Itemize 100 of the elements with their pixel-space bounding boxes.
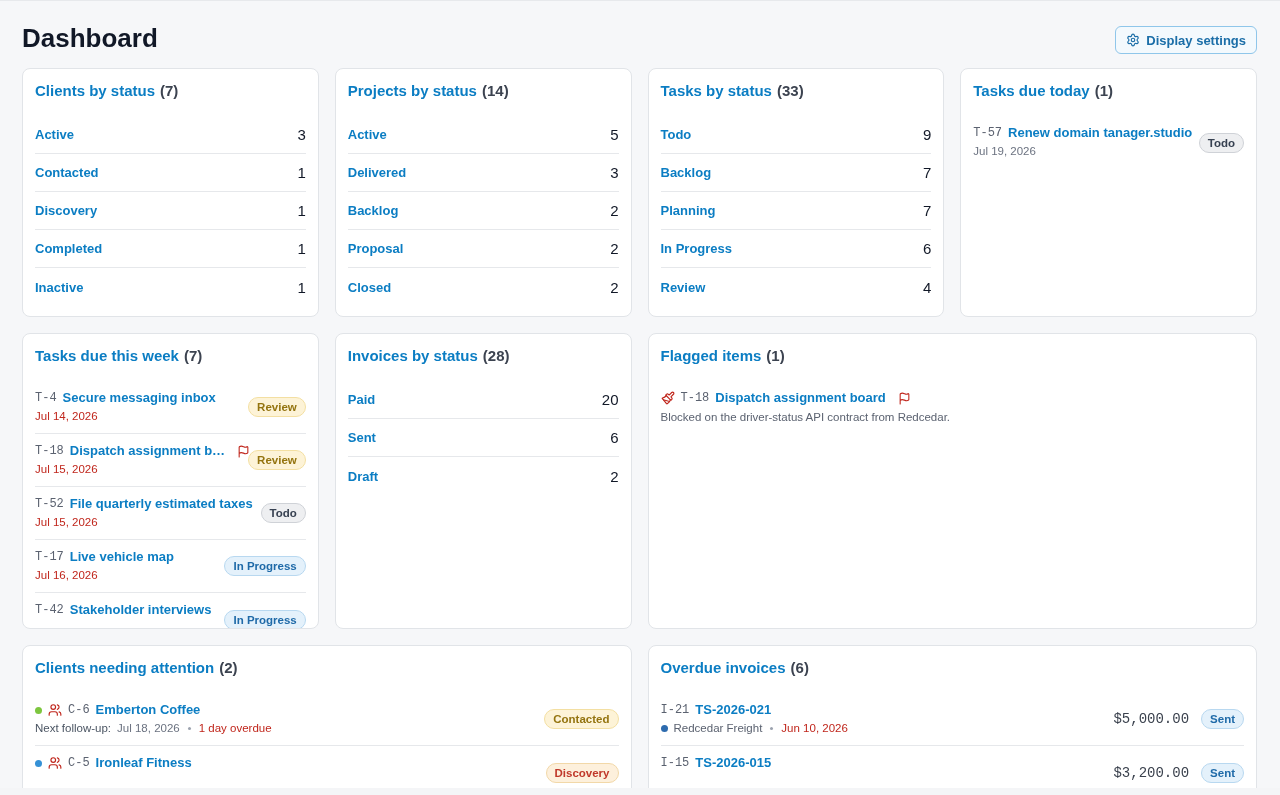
card-title-link[interactable]: Tasks by status (660, 81, 772, 101)
status-count: 7 (922, 164, 932, 181)
status-link[interactable]: Delivered (347, 165, 407, 180)
status-link[interactable]: In Progress (660, 241, 733, 256)
card-count: (7) (160, 81, 179, 101)
card-count: (2) (219, 658, 238, 678)
status-link[interactable]: Backlog (347, 203, 399, 218)
status-link[interactable]: Completed (35, 241, 103, 256)
settings-icon (1126, 33, 1141, 47)
task-link[interactable]: Dispatch assignment b… (69, 442, 226, 460)
client-id: C-5 (68, 755, 90, 772)
status-count: 6 (922, 240, 932, 257)
status-count: 3 (610, 164, 619, 181)
card-count: (1) (766, 346, 785, 366)
task-id: T-57 (973, 125, 1003, 142)
status-count: 1 (297, 240, 306, 257)
card-count: (7) (183, 346, 203, 366)
brush-icon (660, 391, 675, 405)
status-badge: Contacted (544, 709, 619, 729)
card-count: (33) (776, 81, 804, 101)
task-id: T-17 (35, 549, 64, 566)
invoice-link[interactable]: TS-2026-021 (695, 701, 772, 719)
task-link[interactable]: Renew domain tanager.studio (1008, 124, 1193, 142)
users-icon (48, 756, 62, 770)
status-link[interactable]: Active (347, 127, 387, 142)
status-link[interactable]: Contacted (35, 165, 99, 180)
status-count: 7 (922, 202, 932, 219)
card-title-link[interactable]: Clients by status (35, 81, 156, 101)
invoice-amount: $5,000.00 (1113, 711, 1190, 727)
task-link[interactable]: Live vehicle map (69, 548, 174, 566)
status-link[interactable]: Review (660, 279, 706, 295)
client-link[interactable]: Ironleaf Fitness (95, 754, 192, 772)
task-link[interactable]: Stakeholder interviews (69, 601, 212, 619)
invoice-link[interactable]: TS-2026-015 (695, 754, 772, 772)
follow-up-date: Jul 18, 2026 (117, 721, 180, 736)
status-link[interactable]: Inactive (35, 279, 84, 295)
status-count: 2 (610, 467, 619, 485)
card-title-link[interactable]: Projects by status (347, 81, 477, 101)
status-count: 1 (297, 202, 306, 219)
task-id: T-4 (35, 390, 57, 407)
status-badge: In Progress (224, 556, 306, 576)
card-count: (1) (1094, 81, 1114, 101)
separator-dot-icon (770, 726, 774, 730)
client-name: Redcedar Freight (673, 721, 763, 736)
status-badge: Sent (1201, 762, 1244, 783)
overdue-note: 1 day overdue (198, 721, 272, 736)
invoice-id: I-21 (660, 702, 690, 719)
page-title: Dashboard (22, 22, 158, 54)
task-link[interactable]: Secure messaging inbox (62, 389, 216, 407)
status-link[interactable]: Active (35, 127, 75, 142)
status-count: 3 (297, 126, 306, 143)
status-link[interactable]: Proposal (347, 241, 404, 256)
status-count: 2 (610, 240, 619, 257)
due-date: Jul 16, 2026 (35, 568, 99, 583)
card-count: (6) (790, 658, 809, 678)
status-badge: Review (248, 397, 306, 417)
client-link[interactable]: Emberton Coffee (95, 701, 201, 719)
status-count: 1 (297, 278, 306, 296)
card-title-link[interactable]: Tasks due this week (35, 346, 179, 366)
status-badge: Todo (260, 503, 306, 523)
due-date: Jul 14, 2026 (35, 409, 99, 424)
status-badge: In Progress (224, 609, 306, 628)
status-link[interactable]: Backlog (660, 165, 712, 180)
client-id: C-6 (68, 702, 90, 719)
status-badge: Todo (1198, 132, 1244, 153)
card-count: (28) (482, 346, 510, 366)
status-count: 9 (922, 126, 932, 143)
status-count: 20 (601, 391, 619, 408)
card-title-link[interactable]: Overdue invoices (660, 658, 786, 678)
status-badge: Discovery (545, 762, 619, 783)
due-date: Jul 19, 2026 (973, 144, 1037, 159)
status-badge: Sent (1201, 709, 1244, 729)
due-date: Jun 10, 2026 (781, 721, 848, 736)
status-link[interactable]: Sent (347, 430, 376, 445)
task-link[interactable]: Dispatch assignment board (715, 389, 886, 407)
status-count: 2 (610, 278, 619, 296)
card-title-link[interactable]: Tasks due today (973, 81, 1090, 101)
status-link[interactable]: Todo (660, 127, 692, 142)
status-link[interactable]: Planning (660, 203, 716, 218)
follow-up-label: Next follow-up: (35, 721, 112, 736)
status-link[interactable]: Paid (347, 392, 376, 407)
status-count: 2 (610, 202, 619, 219)
status-badge: Review (248, 450, 306, 470)
task-link[interactable]: File quarterly estimated taxes (69, 495, 253, 513)
status-link[interactable]: Discovery (35, 203, 98, 218)
status-count: 1 (297, 164, 306, 181)
card-count: (14) (481, 81, 509, 101)
status-link[interactable]: Closed (347, 279, 392, 295)
card-title-link[interactable]: Clients needing attention (35, 658, 215, 678)
status-count: 4 (922, 278, 932, 296)
separator-dot-icon (187, 726, 191, 730)
card-title-link[interactable]: Flagged items (660, 346, 762, 366)
users-icon (48, 703, 62, 717)
status-count: 5 (610, 126, 619, 143)
task-id: T-42 (35, 602, 64, 619)
status-count: 6 (610, 429, 619, 446)
card-title-link[interactable]: Invoices by status (347, 346, 478, 366)
status-link[interactable]: Draft (347, 468, 379, 484)
flag-note: Blocked on the driver-status API contract from Redcedar. (660, 410, 952, 425)
display-settings-button[interactable]: Display settings (1115, 26, 1257, 54)
